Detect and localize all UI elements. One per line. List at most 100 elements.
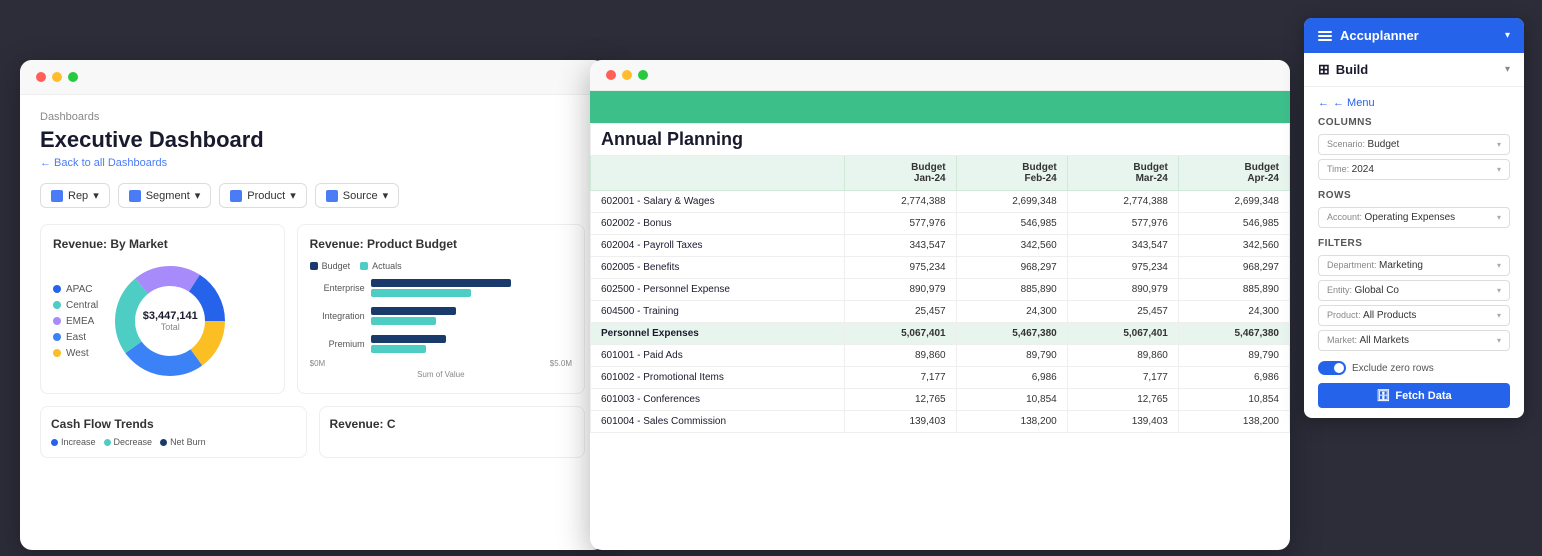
x-label-5m: $5.0M (550, 359, 572, 368)
cell-bfeb[interactable]: 968,297 (956, 257, 1067, 279)
cell-bjan[interactable]: 577,976 (845, 213, 956, 235)
cell-bmar[interactable]: 12,765 (1067, 389, 1178, 411)
filters-section: Filters Department: Marketing ▾ Entity: … (1318, 238, 1510, 351)
account-field[interactable]: Account: Operating Expenses ▾ (1318, 207, 1510, 228)
close-dot[interactable] (36, 72, 46, 82)
cell-account[interactable]: 601004 - Sales Commission (591, 411, 845, 433)
filter-rep-label: Rep (68, 190, 88, 202)
fetch-data-button[interactable]: 🗄 Fetch Data (1318, 383, 1510, 408)
cell-bapr[interactable]: 10,854 (1178, 389, 1289, 411)
menu-label: ← Menu (1333, 97, 1375, 109)
filter-source[interactable]: Source ▾ (315, 183, 399, 208)
col-bapr[interactable]: BudgetApr-24 (1178, 156, 1289, 191)
cell-bapr[interactable]: 138,200 (1178, 411, 1289, 433)
cell-bjan[interactable]: 7,177 (845, 367, 956, 389)
panel-header (20, 60, 605, 95)
entity-field[interactable]: Entity: Global Co ▾ (1318, 280, 1510, 301)
cell-bjan[interactable]: 89,860 (845, 345, 956, 367)
cell-bmar[interactable]: 577,976 (1067, 213, 1178, 235)
cell-bmar[interactable]: 5,067,401 (1067, 323, 1178, 345)
toggle-switch[interactable] (1318, 361, 1346, 375)
cell-account[interactable]: 601002 - Promotional Items (591, 367, 845, 389)
cell-bmar[interactable]: 975,234 (1067, 257, 1178, 279)
cell-bjan[interactable]: 139,403 (845, 411, 956, 433)
cell-bfeb[interactable]: 24,300 (956, 301, 1067, 323)
cell-bfeb[interactable]: 2,699,348 (956, 191, 1067, 213)
cell-bfeb[interactable]: 342,560 (956, 235, 1067, 257)
cell-bapr[interactable]: 24,300 (1178, 301, 1289, 323)
product-filter-field[interactable]: Product: All Products ▾ (1318, 305, 1510, 326)
cell-bmar[interactable]: 25,457 (1067, 301, 1178, 323)
budget-bar-enterprise (371, 279, 511, 287)
cashflow-card: Cash Flow Trends Increase Decrease Net B… (40, 406, 307, 458)
cell-bmar[interactable]: 343,547 (1067, 235, 1178, 257)
fetch-btn-label: Fetch Data (1395, 390, 1451, 402)
cell-bfeb[interactable]: 546,985 (956, 213, 1067, 235)
donut-amount: $3,447,141 (143, 310, 198, 322)
department-field[interactable]: Department: Marketing ▾ (1318, 255, 1510, 276)
dashboard-panel: Dashboards Executive Dashboard ← Back to… (20, 60, 605, 550)
exclude-zero-toggle[interactable]: Exclude zero rows (1318, 361, 1510, 375)
ss-maximize-dot[interactable] (638, 70, 648, 80)
chevron-down-icon: ▾ (290, 189, 296, 202)
cell-bjan[interactable]: 2,774,388 (845, 191, 956, 213)
cell-account[interactable]: 602005 - Benefits (591, 257, 845, 279)
cell-account[interactable]: 604500 - Training (591, 301, 845, 323)
legend-apac: APAC (53, 284, 98, 295)
cell-bapr[interactable]: 968,297 (1178, 257, 1289, 279)
filter-segment[interactable]: Segment ▾ (118, 183, 212, 208)
col-bmar[interactable]: BudgetMar-24 (1067, 156, 1178, 191)
bars-enterprise (371, 279, 511, 297)
cell-account[interactable]: 601003 - Conferences (591, 389, 845, 411)
cell-bmar[interactable]: 2,774,388 (1067, 191, 1178, 213)
scenario-chevron-icon: ▾ (1497, 140, 1501, 149)
time-field[interactable]: Time: 2024 ▾ (1318, 159, 1510, 180)
cell-bapr[interactable]: 885,890 (1178, 279, 1289, 301)
cell-bjan[interactable]: 12,765 (845, 389, 956, 411)
scenario-field[interactable]: Scenario: Budget ▾ (1318, 134, 1510, 155)
col-bjan[interactable]: BudgetJan-24 (845, 156, 956, 191)
cell-bjan[interactable]: 975,234 (845, 257, 956, 279)
cell-bapr[interactable]: 89,790 (1178, 345, 1289, 367)
maximize-dot[interactable] (68, 72, 78, 82)
cell-bjan[interactable]: 890,979 (845, 279, 956, 301)
cell-account[interactable]: 601001 - Paid Ads (591, 345, 845, 367)
cell-bmar[interactable]: 890,979 (1067, 279, 1178, 301)
back-to-menu[interactable]: ← ← Menu (1318, 97, 1510, 109)
cell-bapr[interactable]: 2,699,348 (1178, 191, 1289, 213)
cell-bfeb[interactable]: 5,467,380 (956, 323, 1067, 345)
cell-bjan[interactable]: 343,547 (845, 235, 956, 257)
cell-bmar[interactable]: 89,860 (1067, 345, 1178, 367)
cell-bmar[interactable]: 139,403 (1067, 411, 1178, 433)
cell-account[interactable]: 602002 - Bonus (591, 213, 845, 235)
app-chevron-icon[interactable]: ▾ (1505, 30, 1510, 41)
cell-bapr[interactable]: 546,985 (1178, 213, 1289, 235)
cell-bjan[interactable]: 25,457 (845, 301, 956, 323)
cell-bmar[interactable]: 7,177 (1067, 367, 1178, 389)
cell-bfeb[interactable]: 10,854 (956, 389, 1067, 411)
cell-bfeb[interactable]: 6,986 (956, 367, 1067, 389)
cell-account[interactable]: 602004 - Payroll Taxes (591, 235, 845, 257)
cell-bapr[interactable]: 6,986 (1178, 367, 1289, 389)
market-field[interactable]: Market: All Markets ▾ (1318, 330, 1510, 351)
revenue-product-budget-card: Revenue: Product Budget Budget Actuals E… (297, 224, 585, 394)
col-bfeb[interactable]: BudgetFeb-24 (956, 156, 1067, 191)
ss-minimize-dot[interactable] (622, 70, 632, 80)
filter-rep[interactable]: Rep ▾ (40, 183, 110, 208)
legend-budget: Budget (310, 261, 351, 271)
cell-account[interactable]: Personnel Expenses (591, 323, 845, 345)
cell-bfeb[interactable]: 885,890 (956, 279, 1067, 301)
cell-bapr[interactable]: 342,560 (1178, 235, 1289, 257)
cell-bjan[interactable]: 5,067,401 (845, 323, 956, 345)
cell-account[interactable]: 602001 - Salary & Wages (591, 191, 845, 213)
back-link[interactable]: ← Back to all Dashboards (40, 157, 585, 169)
cell-bfeb[interactable]: 89,790 (956, 345, 1067, 367)
minimize-dot[interactable] (52, 72, 62, 82)
build-chevron-icon[interactable]: ▾ (1505, 64, 1510, 75)
cell-bfeb[interactable]: 138,200 (956, 411, 1067, 433)
filter-product[interactable]: Product ▾ (219, 183, 306, 208)
cell-account[interactable]: 602500 - Personnel Expense (591, 279, 845, 301)
cell-bapr[interactable]: 5,467,380 (1178, 323, 1289, 345)
budget-label: Budget (322, 261, 351, 271)
ss-close-dot[interactable] (606, 70, 616, 80)
